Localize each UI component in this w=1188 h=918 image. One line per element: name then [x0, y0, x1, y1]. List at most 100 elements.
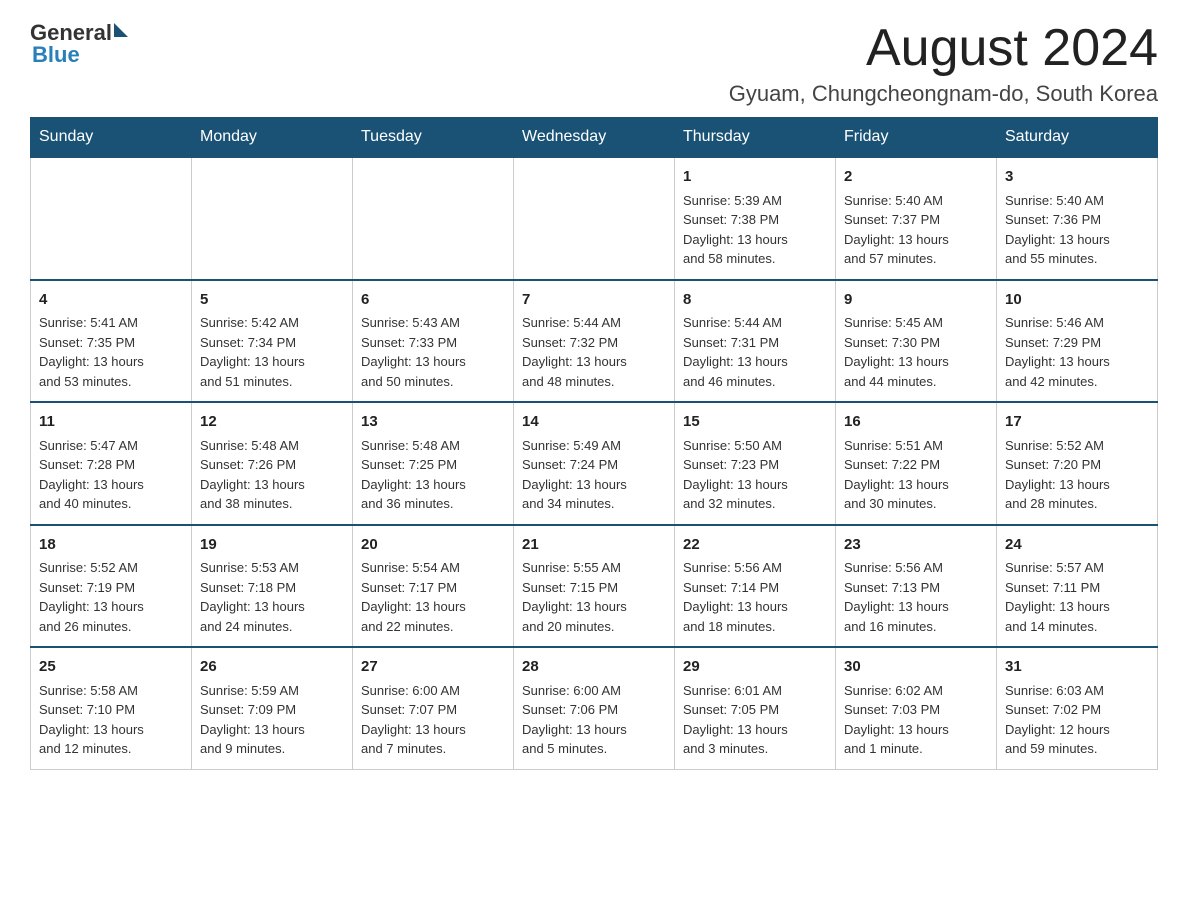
- day-number: 5: [200, 289, 344, 312]
- day-info-line: Sunrise: 5:41 AM: [39, 313, 183, 333]
- day-info-line: Sunset: 7:17 PM: [361, 578, 505, 598]
- calendar-cell: 30Sunrise: 6:02 AMSunset: 7:03 PMDayligh…: [836, 647, 997, 769]
- day-info-line: Sunrise: 6:03 AM: [1005, 681, 1149, 701]
- calendar-cell: 7Sunrise: 5:44 AMSunset: 7:32 PMDaylight…: [514, 280, 675, 403]
- day-info-line: and 18 minutes.: [683, 617, 827, 637]
- day-info-line: Daylight: 13 hours: [39, 720, 183, 740]
- weekday-header-friday: Friday: [836, 118, 997, 158]
- calendar-cell: 5Sunrise: 5:42 AMSunset: 7:34 PMDaylight…: [192, 280, 353, 403]
- day-info-line: Sunrise: 5:40 AM: [844, 191, 988, 211]
- day-info-line: Daylight: 13 hours: [361, 352, 505, 372]
- calendar-cell: 1Sunrise: 5:39 AMSunset: 7:38 PMDaylight…: [675, 157, 836, 280]
- day-info-line: Sunrise: 5:43 AM: [361, 313, 505, 333]
- day-info-line: and 7 minutes.: [361, 739, 505, 759]
- day-info-line: Sunset: 7:05 PM: [683, 700, 827, 720]
- day-info-line: and 16 minutes.: [844, 617, 988, 637]
- day-info-line: Sunrise: 5:44 AM: [522, 313, 666, 333]
- day-info-line: and 28 minutes.: [1005, 494, 1149, 514]
- logo: General Blue: [30, 20, 128, 68]
- day-number: 8: [683, 289, 827, 312]
- day-info-line: Sunset: 7:24 PM: [522, 455, 666, 475]
- calendar-cell: 6Sunrise: 5:43 AMSunset: 7:33 PMDaylight…: [353, 280, 514, 403]
- calendar-cell: 3Sunrise: 5:40 AMSunset: 7:36 PMDaylight…: [997, 157, 1158, 280]
- calendar-cell: 20Sunrise: 5:54 AMSunset: 7:17 PMDayligh…: [353, 525, 514, 648]
- day-info-line: Sunset: 7:32 PM: [522, 333, 666, 353]
- day-info-line: and 50 minutes.: [361, 372, 505, 392]
- day-info-line: Sunset: 7:33 PM: [361, 333, 505, 353]
- day-info-line: Daylight: 13 hours: [361, 597, 505, 617]
- day-info-line: Sunrise: 5:57 AM: [1005, 558, 1149, 578]
- day-info-line: Sunset: 7:03 PM: [844, 700, 988, 720]
- title-area: August 2024 Gyuam, Chungcheongnam-do, So…: [729, 20, 1158, 107]
- day-info-line: and 34 minutes.: [522, 494, 666, 514]
- day-info-line: Sunrise: 6:00 AM: [522, 681, 666, 701]
- logo-blue-text: Blue: [32, 42, 80, 68]
- day-info-line: Sunrise: 5:51 AM: [844, 436, 988, 456]
- day-info-line: Sunrise: 5:42 AM: [200, 313, 344, 333]
- day-number: 4: [39, 289, 183, 312]
- day-info-line: and 12 minutes.: [39, 739, 183, 759]
- day-info-line: and 48 minutes.: [522, 372, 666, 392]
- calendar-cell: 2Sunrise: 5:40 AMSunset: 7:37 PMDaylight…: [836, 157, 997, 280]
- day-info-line: Sunrise: 5:49 AM: [522, 436, 666, 456]
- day-info-line: Daylight: 13 hours: [844, 352, 988, 372]
- day-info-line: and 38 minutes.: [200, 494, 344, 514]
- day-info-line: Sunset: 7:13 PM: [844, 578, 988, 598]
- day-info-line: Sunrise: 5:45 AM: [844, 313, 988, 333]
- day-info-line: Daylight: 13 hours: [200, 720, 344, 740]
- calendar-cell: 12Sunrise: 5:48 AMSunset: 7:26 PMDayligh…: [192, 402, 353, 525]
- day-info-line: Daylight: 13 hours: [1005, 352, 1149, 372]
- calendar-cell: [353, 157, 514, 280]
- day-info-line: Sunset: 7:23 PM: [683, 455, 827, 475]
- weekday-header-thursday: Thursday: [675, 118, 836, 158]
- weekday-header-wednesday: Wednesday: [514, 118, 675, 158]
- day-info-line: and 58 minutes.: [683, 249, 827, 269]
- calendar-cell: 8Sunrise: 5:44 AMSunset: 7:31 PMDaylight…: [675, 280, 836, 403]
- day-number: 14: [522, 411, 666, 434]
- day-info-line: Sunset: 7:14 PM: [683, 578, 827, 598]
- week-row-1: 1Sunrise: 5:39 AMSunset: 7:38 PMDaylight…: [31, 157, 1158, 280]
- day-info-line: and 57 minutes.: [844, 249, 988, 269]
- day-info-line: Daylight: 13 hours: [683, 475, 827, 495]
- day-number: 25: [39, 656, 183, 679]
- day-info-line: and 30 minutes.: [844, 494, 988, 514]
- day-info-line: Sunset: 7:30 PM: [844, 333, 988, 353]
- day-info-line: Sunrise: 5:59 AM: [200, 681, 344, 701]
- day-number: 13: [361, 411, 505, 434]
- day-info-line: Daylight: 13 hours: [844, 720, 988, 740]
- day-info-line: Sunrise: 5:55 AM: [522, 558, 666, 578]
- calendar-cell: 10Sunrise: 5:46 AMSunset: 7:29 PMDayligh…: [997, 280, 1158, 403]
- location-title: Gyuam, Chungcheongnam-do, South Korea: [729, 81, 1158, 107]
- day-info-line: Sunset: 7:09 PM: [200, 700, 344, 720]
- day-number: 21: [522, 534, 666, 557]
- day-info-line: and 40 minutes.: [39, 494, 183, 514]
- day-number: 12: [200, 411, 344, 434]
- day-number: 30: [844, 656, 988, 679]
- day-info-line: Sunset: 7:29 PM: [1005, 333, 1149, 353]
- day-info-line: and 42 minutes.: [1005, 372, 1149, 392]
- day-info-line: Sunset: 7:34 PM: [200, 333, 344, 353]
- day-info-line: Daylight: 13 hours: [844, 230, 988, 250]
- day-info-line: Daylight: 13 hours: [683, 230, 827, 250]
- day-info-line: Sunrise: 5:54 AM: [361, 558, 505, 578]
- day-info-line: Sunset: 7:22 PM: [844, 455, 988, 475]
- day-number: 23: [844, 534, 988, 557]
- day-number: 3: [1005, 166, 1149, 189]
- day-info-line: and 46 minutes.: [683, 372, 827, 392]
- day-number: 15: [683, 411, 827, 434]
- day-info-line: Daylight: 13 hours: [200, 475, 344, 495]
- day-info-line: Sunrise: 5:58 AM: [39, 681, 183, 701]
- day-info-line: and 53 minutes.: [39, 372, 183, 392]
- day-info-line: Sunset: 7:02 PM: [1005, 700, 1149, 720]
- day-info-line: Sunrise: 6:02 AM: [844, 681, 988, 701]
- day-info-line: and 14 minutes.: [1005, 617, 1149, 637]
- day-info-line: and 22 minutes.: [361, 617, 505, 637]
- week-row-3: 11Sunrise: 5:47 AMSunset: 7:28 PMDayligh…: [31, 402, 1158, 525]
- weekday-header-monday: Monday: [192, 118, 353, 158]
- day-info-line: Daylight: 13 hours: [39, 597, 183, 617]
- day-info-line: Daylight: 13 hours: [522, 597, 666, 617]
- day-info-line: Daylight: 13 hours: [683, 720, 827, 740]
- day-info-line: Daylight: 13 hours: [522, 352, 666, 372]
- day-info-line: Daylight: 13 hours: [844, 597, 988, 617]
- day-info-line: and 32 minutes.: [683, 494, 827, 514]
